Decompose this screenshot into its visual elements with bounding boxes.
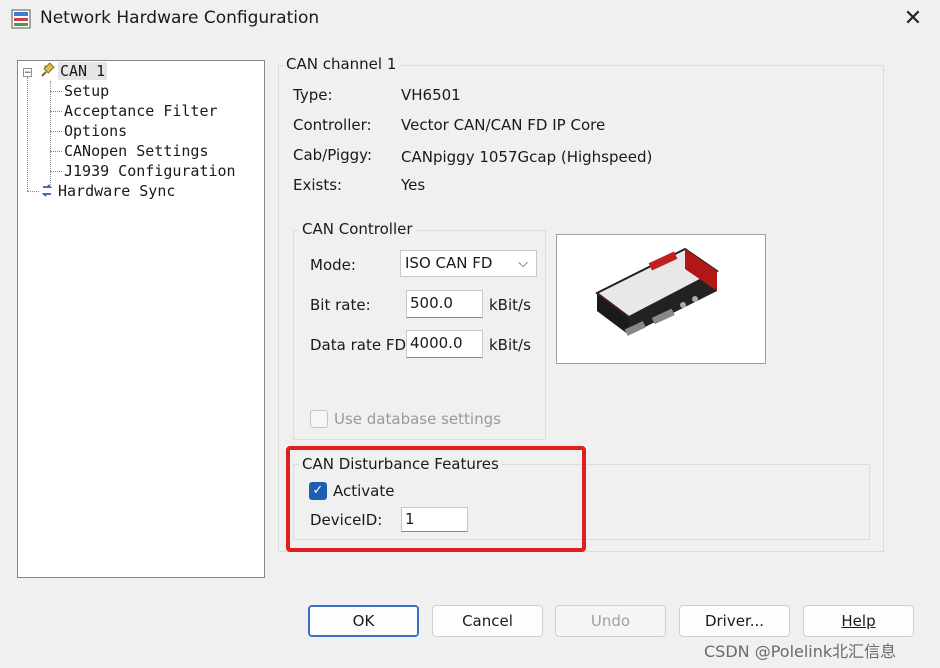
controller-label: Controller: [293,116,372,134]
collapse-icon[interactable]: − [23,68,32,78]
tree-item-label: CAN 1 [58,62,108,80]
sync-icon [40,183,56,204]
tree-item-can1[interactable]: CAN 1 [58,62,108,81]
driver-button[interactable]: Driver... [679,605,790,637]
can-plug-icon [38,62,58,81]
help-button[interactable]: Help [803,605,914,637]
tree-item-options[interactable]: Options [64,122,127,141]
tree-connector [50,151,62,152]
can-controller-legend: CAN Controller [299,220,416,238]
tree-connector [50,111,62,112]
config-tree[interactable]: − CAN 1 Setup Acceptance Filter Options … [17,60,265,578]
tree-item-hardware-sync[interactable]: Hardware Sync [58,182,175,201]
controller-value: Vector CAN/CAN FD IP Core [401,116,606,134]
ok-button[interactable]: OK [308,605,419,637]
tree-item-setup[interactable]: Setup [64,82,109,101]
use-database-label: Use database settings [334,410,501,428]
mode-select-value: ISO CAN FD [405,254,493,272]
bitrate-unit: kBit/s [489,296,531,314]
network-config-icon [10,8,32,30]
tree-connector [50,91,62,92]
chevron-down-icon: ⌵ [518,256,528,271]
bitrate-label: Bit rate: [310,296,371,314]
use-database-checkbox[interactable] [310,410,328,428]
highlight-box [286,446,586,552]
tree-item-canopen-settings[interactable]: CANopen Settings [64,142,209,161]
cab-piggy-value: CANpiggy 1057Gcap (Highspeed) [401,148,653,166]
mode-select[interactable]: ISO CAN FD ⌵ [400,250,537,277]
exists-value: Yes [401,176,426,194]
datarate-unit: kBit/s [489,336,531,354]
tree-connector [50,171,62,172]
datarate-input[interactable]: 4000.0 [406,330,483,358]
type-label: Type: [293,86,333,104]
window-title: Network Hardware Configuration [40,8,320,28]
cab-piggy-label: Cab/Piggy: [293,146,373,164]
watermark: CSDN @Polelink北汇信息 [704,642,897,661]
cancel-button[interactable]: Cancel [432,605,543,637]
undo-button[interactable]: Undo [555,605,666,637]
tree-connector [50,81,51,185]
tree-connector [27,77,28,191]
datarate-label: Data rate FD: [310,336,412,354]
can-channel-legend: CAN channel 1 [283,55,400,73]
title-bar: Network Hardware Configuration ✕ [0,0,940,38]
close-icon[interactable]: ✕ [896,6,930,32]
type-value: VH6501 [401,86,461,104]
exists-label: Exists: [293,176,343,194]
mode-label: Mode: [310,256,356,274]
tree-item-j1939-configuration[interactable]: J1939 Configuration [64,162,236,181]
tree-item-acceptance-filter[interactable]: Acceptance Filter [64,102,218,121]
bitrate-input[interactable]: 500.0 [406,290,483,318]
device-image [556,234,766,364]
tree-connector [27,191,39,192]
tree-connector [50,131,62,132]
